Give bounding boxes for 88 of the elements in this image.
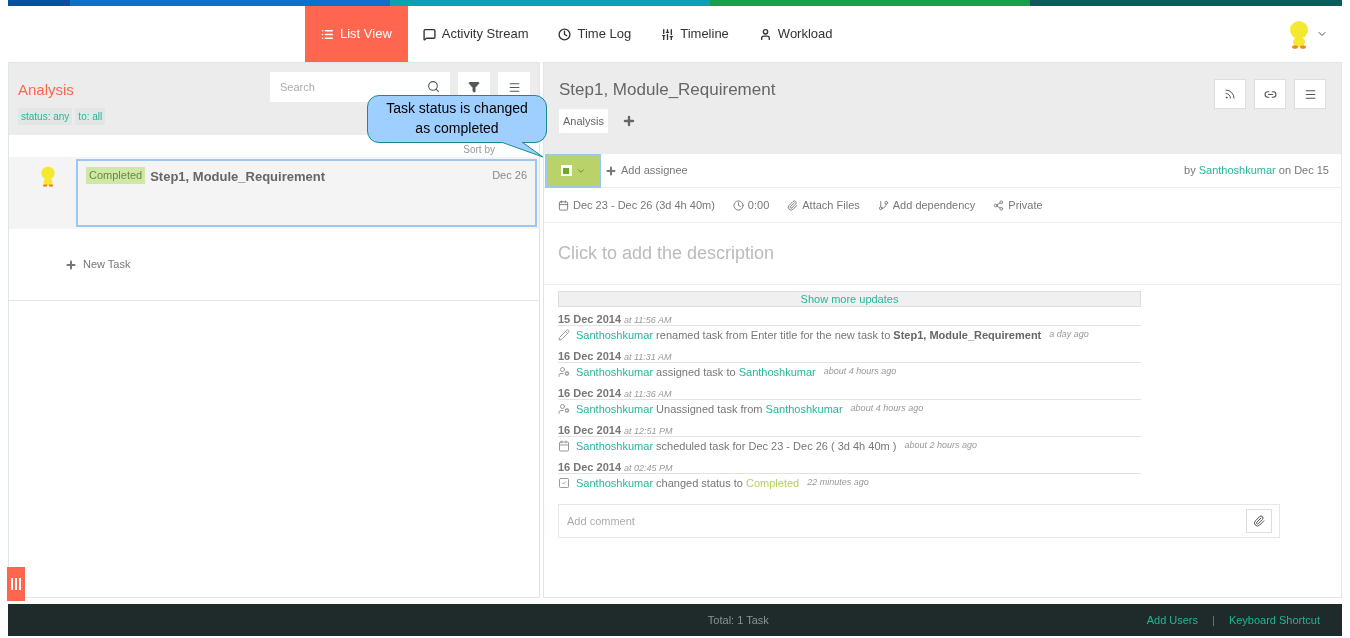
- paperclip-icon: [787, 199, 799, 211]
- footer-link[interactable]: Add Users: [1146, 611, 1199, 629]
- search-field[interactable]: Search: [270, 72, 450, 102]
- user-link[interactable]: Santhoshkumar: [576, 402, 654, 415]
- update-text: Santhoshkumar assigned task to Santhoshkumar: [576, 364, 816, 380]
- rss-icon: [1224, 88, 1236, 100]
- update-date: 16 Dec 2014: [558, 349, 621, 364]
- sliders-icon: [661, 27, 675, 41]
- nav-tab[interactable]: Workload: [743, 6, 848, 62]
- created-by: by Santhoshkumar on Dec 15: [1184, 163, 1329, 179]
- status-toggle[interactable]: [545, 153, 601, 188]
- rss-button[interactable]: [1214, 79, 1246, 109]
- clock-icon: [558, 27, 572, 41]
- share-icon: [993, 199, 1005, 211]
- task-heading: Step1, Module_Requirement: [559, 79, 777, 101]
- author-link[interactable]: Santhoshkumar: [1198, 164, 1276, 177]
- update-time: at 11:36 AM: [624, 388, 672, 401]
- update-ago: a day ago: [1049, 328, 1089, 342]
- nav-tab[interactable]: Time Log: [543, 6, 647, 62]
- plus-icon: [65, 258, 77, 271]
- plus-icon: [605, 164, 617, 177]
- menu-icon: [1303, 87, 1317, 101]
- meta-item[interactable]: Dec 23 - Dec 26 (3d 4h 40m): [558, 196, 715, 214]
- update-time: at 11:31 AM: [624, 351, 672, 364]
- user-link[interactable]: Santhoshkumar: [576, 328, 654, 341]
- update-ago: about 4 hours ago: [823, 365, 897, 379]
- user-icon: [558, 403, 570, 415]
- user-icon: [758, 27, 772, 41]
- update-date: 16 Dec 2014: [558, 386, 621, 401]
- task-row[interactable]: Completed Step1, Module_Requirement Dec 26: [76, 159, 537, 227]
- update-text: Santhoshkumar changed status to Completed: [576, 475, 800, 491]
- new-task-button[interactable]: New Task: [65, 256, 131, 273]
- add-assignee-button[interactable]: Add assignee: [605, 162, 688, 179]
- branch-icon: [877, 199, 889, 211]
- checkbox-icon: [560, 165, 572, 176]
- task-title: Step1, Module_Requirement: [150, 168, 325, 186]
- update-time: at 02:45 PM: [624, 462, 673, 475]
- separator: |: [1212, 612, 1215, 628]
- menu-button[interactable]: [1294, 79, 1326, 109]
- meta-item[interactable]: Attach Files: [787, 196, 860, 214]
- user-icon: [558, 366, 570, 378]
- update-ago: about 2 hours ago: [904, 439, 977, 453]
- nav-tab[interactable]: List View: [305, 6, 408, 62]
- update-date: 16 Dec 2014: [558, 423, 621, 438]
- total-count: Total: 1 Task: [707, 612, 769, 628]
- attach-button[interactable]: [1246, 509, 1272, 533]
- task-date: Dec 26: [492, 168, 527, 183]
- user-link[interactable]: Santhoshkumar: [576, 365, 654, 378]
- sort-label[interactable]: Sort by: [463, 142, 495, 157]
- tooltip-pointer: [500, 142, 544, 158]
- update-time: at 12:51 PM: [624, 425, 673, 438]
- meta-item[interactable]: 0:00: [732, 196, 770, 214]
- user-link[interactable]: Santhoshkumar: [765, 402, 843, 415]
- user-link[interactable]: Santhoshkumar: [738, 365, 816, 378]
- comment-field[interactable]: Add comment: [558, 504, 1280, 538]
- add-tag-icon[interactable]: [621, 113, 636, 128]
- update-time: at 11:56 AM: [624, 314, 672, 327]
- update-text: Santhoshkumar scheduled task for Dec 23 - Dec 26 ( 3d 4h 40m ): [576, 438, 897, 454]
- update-ago: about 4 hours ago: [850, 402, 924, 416]
- nav-tab[interactable]: Timeline: [646, 6, 744, 62]
- menu-icon: [507, 80, 521, 94]
- update-date: 16 Dec 2014: [558, 460, 621, 475]
- footer-link[interactable]: Keyboard Shortcut: [1228, 611, 1320, 629]
- pencil-icon: [558, 329, 570, 341]
- nav-tab[interactable]: Activity Stream: [407, 6, 544, 62]
- panel-toggle-button[interactable]: [7, 567, 25, 601]
- filter-icon: [468, 81, 480, 93]
- clock-icon: [732, 199, 744, 211]
- user-link[interactable]: Santhoshkumar: [576, 439, 654, 452]
- comment-icon: [422, 27, 436, 41]
- update-date: 15 Dec 2014: [558, 312, 621, 327]
- paperclip-icon: [1253, 515, 1265, 527]
- calendar-icon: [558, 440, 570, 452]
- checkbox-icon: [558, 477, 570, 489]
- calendar-icon: [558, 199, 569, 211]
- meta-item[interactable]: Add dependency: [877, 196, 976, 214]
- update-text: Santhoshkumar renamed task from Enter title for the new task to Step1, Module_Requirement: [576, 327, 1042, 343]
- update-ago: 22 minutes ago: [807, 476, 869, 490]
- update-text: Santhoshkumar Unassigned task from Santhoshkumar: [576, 401, 843, 417]
- tag[interactable]: Analysis: [559, 108, 608, 133]
- user-link[interactable]: Santhoshkumar: [576, 476, 654, 489]
- columns-icon: [11, 578, 21, 590]
- meta-item[interactable]: Private: [993, 196, 1043, 214]
- list-icon: [321, 27, 334, 41]
- panel-title: Analysis: [18, 79, 74, 100]
- search-icon[interactable]: [427, 80, 440, 93]
- status-badge: Completed: [86, 167, 146, 184]
- link-button[interactable]: [1254, 79, 1286, 109]
